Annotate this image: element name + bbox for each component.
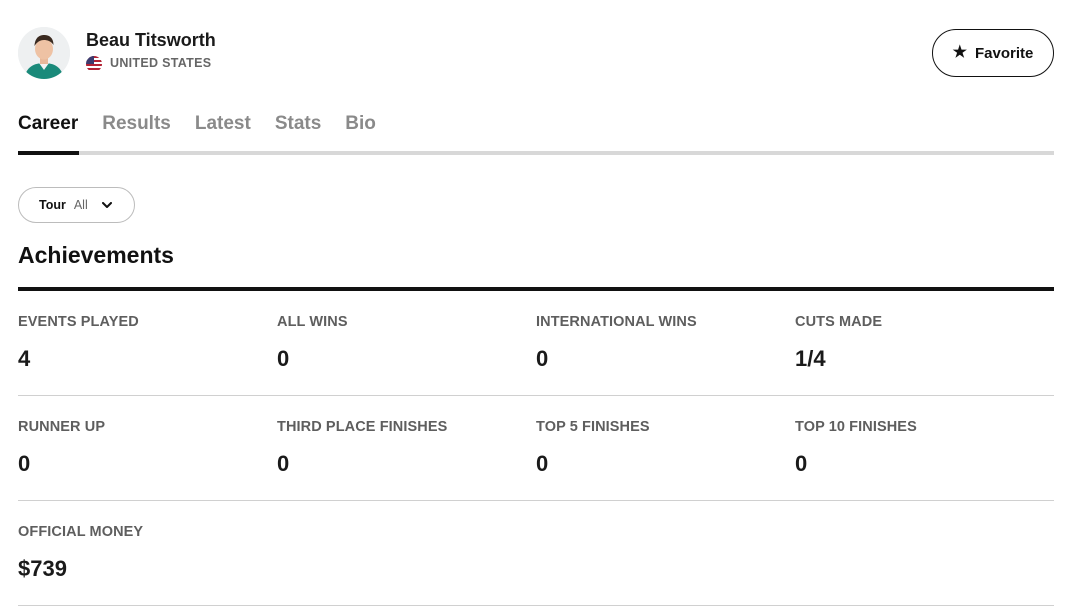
profile-tabs: Career Results Latest Stats Bio bbox=[18, 112, 1054, 155]
tabs-underline bbox=[18, 151, 1054, 155]
stat-value: $739 bbox=[18, 556, 67, 581]
tab-stats[interactable]: Stats bbox=[275, 112, 321, 155]
stat-cuts-made: CUTS MADE 1/4 bbox=[795, 291, 1054, 395]
tab-career[interactable]: Career bbox=[18, 112, 78, 155]
achievements-grid: EVENTS PLAYED 4 ALL WINS 0 INTERNATIONAL… bbox=[18, 291, 1054, 606]
stat-label: TOP 5 FINISHES bbox=[536, 419, 650, 435]
player-country: UNITED STATES bbox=[110, 56, 212, 70]
stat-third-place-finishes: THIRD PLACE FINISHES 0 bbox=[277, 396, 536, 500]
stat-label: CUTS MADE bbox=[795, 314, 883, 330]
stat-international-wins: INTERNATIONAL WINS 0 bbox=[536, 291, 795, 395]
star-icon: ★ bbox=[952, 44, 967, 61]
stat-value: 0 bbox=[277, 451, 290, 476]
tab-bio[interactable]: Bio bbox=[345, 112, 376, 155]
us-flag-icon bbox=[86, 56, 102, 72]
player-profile-page: Beau Titsworth UNITED STATES ★ Favorite … bbox=[0, 0, 1071, 608]
player-photo-icon bbox=[18, 27, 70, 79]
stat-top-10-finishes: TOP 10 FINISHES 0 bbox=[795, 396, 1054, 500]
tour-filter-value: All bbox=[73, 198, 88, 212]
tour-filter-label: Tour bbox=[39, 198, 66, 212]
stat-value: 4 bbox=[18, 346, 31, 371]
stat-value: 0 bbox=[277, 346, 290, 371]
stat-label: OFFICIAL MONEY bbox=[18, 524, 144, 540]
stat-events-played: EVENTS PLAYED 4 bbox=[18, 291, 277, 395]
stat-label: EVENTS PLAYED bbox=[18, 314, 139, 330]
tour-filter-dropdown[interactable]: Tour All bbox=[18, 187, 135, 223]
tab-results[interactable]: Results bbox=[102, 112, 171, 155]
chevron-down-icon bbox=[101, 201, 112, 209]
achievements-title: Achievements bbox=[18, 242, 174, 268]
stat-label: ALL WINS bbox=[277, 314, 348, 330]
stat-value: 0 bbox=[536, 451, 549, 476]
stat-top-5-finishes: TOP 5 FINISHES 0 bbox=[536, 396, 795, 500]
stat-official-money: OFFICIAL MONEY $739 bbox=[18, 501, 293, 605]
stat-label: THIRD PLACE FINISHES bbox=[277, 419, 448, 435]
stat-label: INTERNATIONAL WINS bbox=[536, 314, 697, 330]
stat-all-wins: ALL WINS 0 bbox=[277, 291, 536, 395]
stat-value: 0 bbox=[536, 346, 549, 371]
achievements-row: RUNNER UP 0 THIRD PLACE FINISHES 0 TOP 5… bbox=[18, 396, 1054, 501]
tab-latest[interactable]: Latest bbox=[195, 112, 251, 155]
stat-label: TOP 10 FINISHES bbox=[795, 419, 917, 435]
player-avatar bbox=[18, 27, 70, 79]
active-tab-indicator bbox=[18, 151, 79, 155]
stat-value: 1/4 bbox=[795, 346, 826, 371]
stat-value: 0 bbox=[795, 451, 808, 476]
player-name: Beau Titsworth bbox=[86, 30, 216, 50]
achievements-row: OFFICIAL MONEY $739 bbox=[18, 501, 1054, 606]
favorite-button[interactable]: ★ Favorite bbox=[932, 29, 1054, 77]
stat-label: RUNNER UP bbox=[18, 419, 106, 435]
stat-value: 0 bbox=[18, 451, 31, 476]
favorite-button-label: Favorite bbox=[974, 44, 1034, 62]
stat-runner-up: RUNNER UP 0 bbox=[18, 396, 277, 500]
achievements-row: EVENTS PLAYED 4 ALL WINS 0 INTERNATIONAL… bbox=[18, 291, 1054, 396]
